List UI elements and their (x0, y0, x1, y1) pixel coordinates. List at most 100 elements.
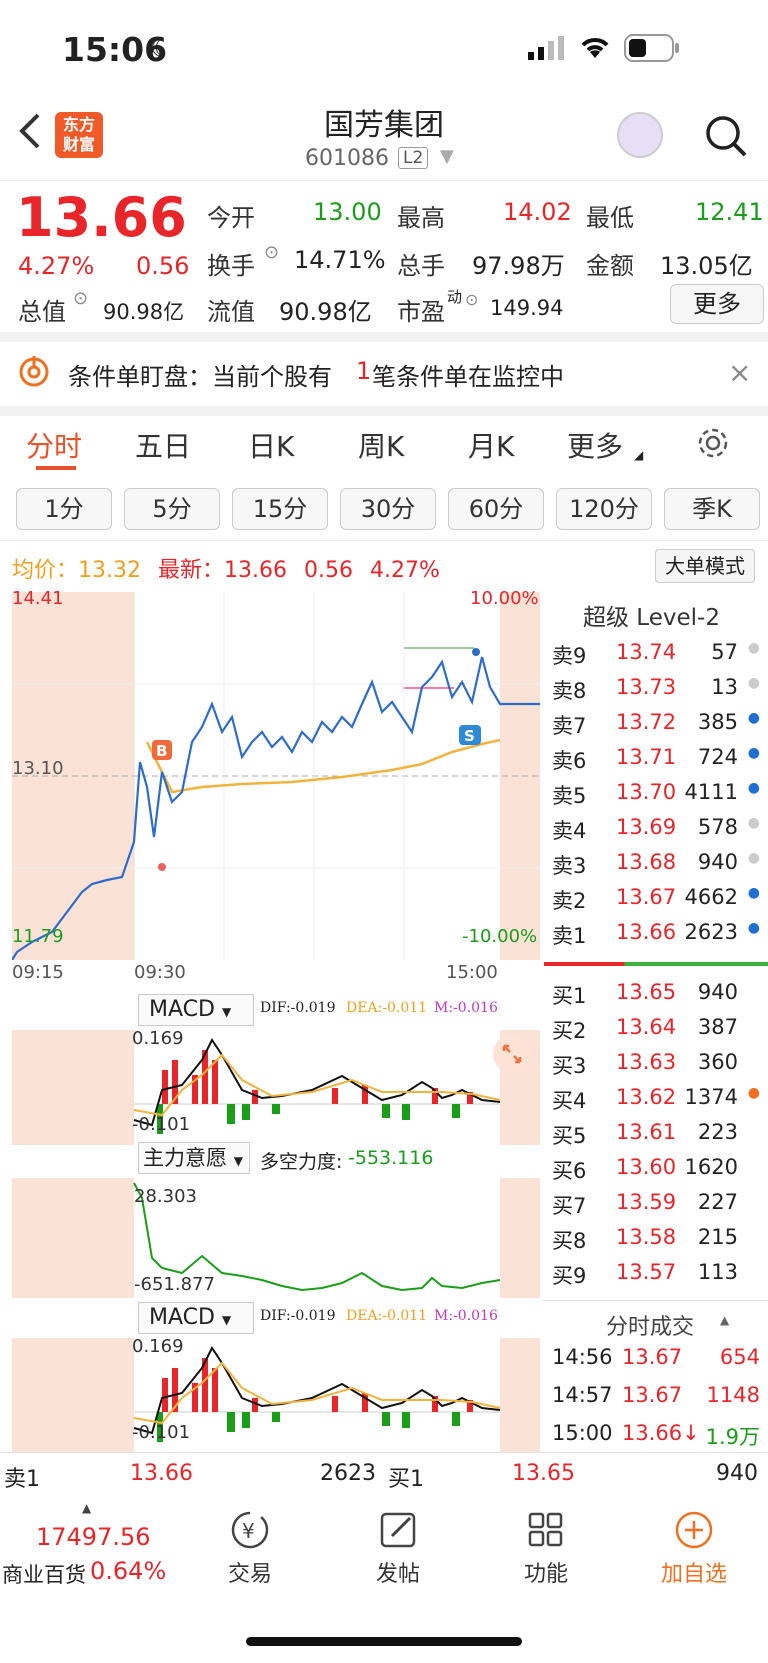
buy-row-2[interactable]: 买2 13.64 387 (552, 1009, 762, 1044)
index-value[interactable]: 17497.56 (36, 1523, 151, 1551)
tick-time: 14:57 (552, 1383, 613, 1407)
level-badge: L2 (398, 147, 429, 169)
divider (0, 540, 768, 541)
zhuli-hi: 28.303 (134, 1186, 197, 1207)
tick-volume: 1148 (706, 1383, 760, 1407)
status-bar: 15:06 ☾ (0, 0, 768, 95)
info-icon[interactable]: ⊙ (264, 242, 279, 263)
interval-quarter-k[interactable]: 季K (664, 488, 760, 530)
sell-label: 卖7 (552, 714, 587, 738)
robot-avatar-icon[interactable] (617, 112, 663, 158)
sell-row-2[interactable]: 卖2 13.67 4662 ● (552, 879, 762, 914)
buy-row-4[interactable]: 买4 13.62 1374 ● (552, 1079, 762, 1114)
zhuli-selector[interactable]: 主力意愿 ▼ (138, 1142, 250, 1174)
interval-5m[interactable]: 5分 (124, 488, 220, 530)
buy-row-7[interactable]: 买7 13.59 227 (552, 1184, 762, 1219)
expand-icon[interactable] (492, 1034, 532, 1074)
chevron-up-icon[interactable]: ▲ (720, 1313, 729, 1327)
edit-icon (380, 1512, 416, 1548)
interval-120m[interactable]: 120分 (556, 488, 652, 530)
tab-week-k[interactable]: 周K (358, 425, 404, 465)
close-icon[interactable]: × (728, 356, 751, 389)
amount-label: 金额 (586, 252, 634, 280)
sell-row-5[interactable]: 卖5 13.70 4111 ● (552, 774, 762, 809)
index-pct[interactable]: 0.64% (90, 1557, 166, 1585)
buy-row-8[interactable]: 买8 13.58 215 (552, 1219, 762, 1254)
buy-label: 买2 (552, 1019, 587, 1043)
nav-post[interactable]: 发帖 (338, 1510, 458, 1588)
buy-price: 13.61 (616, 1120, 677, 1144)
buy-row-1[interactable]: 买1 13.65 940 (552, 974, 762, 1009)
buy-price: 13.58 (616, 1225, 677, 1249)
buy-row-6[interactable]: 买6 13.60 1620 (552, 1149, 762, 1184)
buy-row-3[interactable]: 买3 13.63 360 (552, 1044, 762, 1079)
tab-fenshi[interactable]: 分时 (26, 425, 82, 465)
info-icon[interactable]: ⊙ (73, 288, 88, 309)
buy-row-9[interactable]: 买9 13.57 113 (552, 1254, 762, 1289)
sell-row-4[interactable]: 卖4 13.69 578 ● (552, 809, 762, 844)
tick-price: 13.67 (622, 1383, 683, 1407)
intraday-chart[interactable]: B S (12, 592, 540, 960)
buy-label: 买4 (552, 1089, 587, 1113)
sell-row-8[interactable]: 卖8 13.73 13 ● (552, 669, 762, 704)
buy-label: 买3 (552, 1054, 587, 1078)
sell-row-1[interactable]: 卖1 13.66 2623 ● (552, 914, 762, 949)
mktcap-value: 90.98亿 (103, 300, 185, 324)
macd-hi: 0.169 (132, 1028, 184, 1049)
tab-five-day[interactable]: 五日 (135, 425, 191, 465)
buy-row-5[interactable]: 买5 13.61 223 (552, 1114, 762, 1149)
macd-selector[interactable]: MACD ▼ (138, 994, 254, 1026)
ticks-title: 分时成交 (606, 1315, 695, 1340)
sell-row-9[interactable]: 卖9 13.74 57 ● (552, 634, 762, 669)
signal-icon (528, 36, 564, 60)
gear-icon[interactable] (696, 426, 730, 460)
sell-row-3[interactable]: 卖3 13.68 940 ● (552, 844, 762, 879)
info-icon[interactable]: ⊙ (465, 290, 478, 309)
tick-volume: 1.9万 (705, 1425, 760, 1449)
nav-post-label: 发帖 (375, 1562, 420, 1587)
sell-row-6[interactable]: 卖6 13.71 724 ● (552, 739, 762, 774)
condition-banner[interactable]: 条件单盯盘：当前个股有 1 笔条件单在监控中 × (0, 340, 768, 406)
nav-functions[interactable]: 功能 (486, 1510, 606, 1588)
orderbook-title[interactable]: 超级 Level-2 (583, 598, 720, 632)
interval-15m[interactable]: 15分 (232, 488, 328, 530)
buy-label: 买8 (552, 1229, 587, 1253)
zhuli-lo: -651.877 (134, 1274, 215, 1295)
tab-day-k[interactable]: 日K (248, 425, 294, 465)
sell-price: 13.74 (616, 640, 677, 664)
tab-month-k[interactable]: 月K (468, 425, 514, 465)
volume-label: 总手 (397, 252, 445, 280)
interval-60m[interactable]: 60分 (448, 488, 544, 530)
interval-30m[interactable]: 30分 (340, 488, 436, 530)
ticks-panel[interactable]: 分时成交 ▲ 14:56 13.67 654 14:57 13.67 1148 … (542, 1300, 768, 1450)
more-button[interactable]: 更多 (670, 284, 764, 324)
sell-price: 13.70 (616, 780, 677, 804)
add-circle-icon (675, 1511, 713, 1549)
nav-add-watchlist[interactable]: 加自选 (634, 1510, 754, 1588)
float-value: 90.98亿 (279, 298, 372, 326)
macd-selector[interactable]: MACD ▼ (138, 1302, 254, 1334)
tick-price: 13.66↓ (622, 1421, 700, 1445)
macd-chart-2 (12, 1338, 540, 1453)
buy-volume: 1620 (684, 1155, 738, 1179)
chevron-down-icon[interactable]: ▼ (440, 146, 454, 167)
buy-volume: 113 (697, 1260, 738, 1284)
book-split-bar (544, 962, 768, 966)
dot-icon: ● (747, 885, 760, 901)
bq-buy-volume: 940 (716, 1461, 758, 1486)
index-name[interactable]: 商业百货 (2, 1559, 86, 1589)
macd-dif: DIF:-0.019 (260, 1000, 336, 1016)
buy-price: 13.63 (616, 1050, 677, 1074)
zhuli-value: -553.116 (348, 1147, 434, 1169)
sell-volume: 578 (697, 815, 738, 839)
caret-icon: ◢ (634, 448, 644, 462)
target-icon (19, 356, 49, 387)
search-icon[interactable] (704, 114, 748, 158)
svg-text:S: S (464, 727, 475, 745)
sell-row-7[interactable]: 卖7 13.72 385 ● (552, 704, 762, 739)
tab-more[interactable]: 更多 (567, 425, 623, 465)
nav-trade[interactable]: ¥ 交易 (190, 1510, 310, 1588)
interval-1m[interactable]: 1分 (16, 488, 112, 530)
caret-up-icon: ▲ (82, 1501, 92, 1515)
big-order-mode-button[interactable]: 大单模式 (655, 549, 755, 583)
